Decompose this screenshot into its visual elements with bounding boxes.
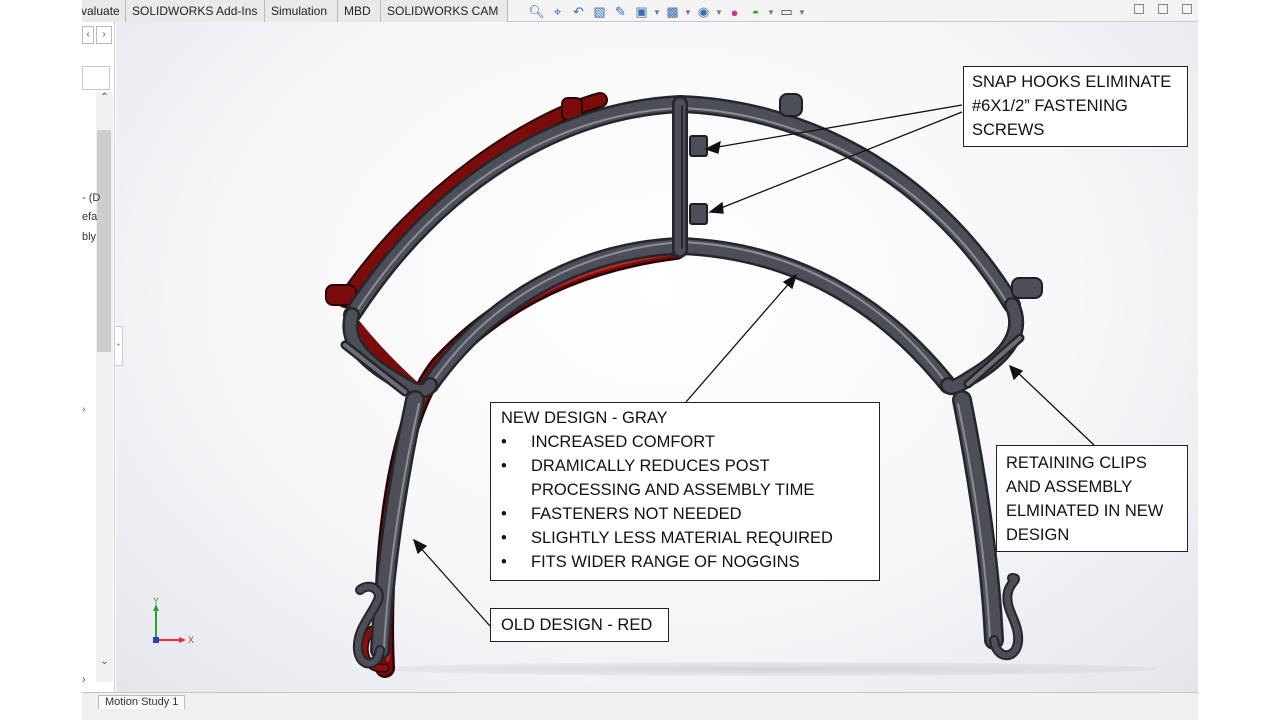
new-design-pin	[779, 93, 803, 117]
callout-old-design: OLD DESIGN - RED	[490, 608, 669, 642]
callout-line: DESIGN	[1006, 526, 1070, 544]
callout-line: SCREWS	[972, 121, 1045, 139]
bottom-tab-bar: Motion Study 1	[82, 692, 1198, 720]
bullet-item: DRAMICALLY REDUCES POST PROCESSING AND A…	[501, 454, 873, 502]
bullet-item: FASTENERS NOT NEEDED	[501, 502, 873, 526]
leader-arrowhead	[1008, 364, 1024, 381]
callout-title: NEW DESIGN - GRAY	[501, 409, 668, 427]
bullet-item: SLIGHTLY LESS MATERIAL REQUIRED	[501, 526, 873, 550]
callout-line: ELMINATED IN NEW	[1006, 502, 1164, 520]
callout-line: SNAP HOOKS ELIMINATE	[972, 73, 1172, 91]
callout-line: #6X1/2” FASTENING	[972, 97, 1128, 115]
leader-retaining-clips	[1014, 369, 1095, 446]
bullet-item: INCREASED COMFORT	[501, 430, 873, 454]
triad-x-label: X	[188, 635, 194, 645]
new-design-snap-hook	[689, 135, 708, 157]
reference-triad: Y X	[153, 596, 194, 645]
new-design-snap-hook	[689, 203, 708, 225]
callout-line: RETAINING CLIPS	[1006, 454, 1147, 472]
callout-bullets: INCREASED COMFORT DRAMICALLY REDUCES POS…	[501, 430, 873, 574]
leader-new-design	[685, 279, 793, 403]
panel-splitter-handle[interactable]: •	[114, 326, 123, 366]
new-design-pin	[1011, 277, 1043, 299]
triad-y-label: Y	[153, 596, 159, 606]
bullet-item: FITS WIDER RANGE OF NOGGINS	[501, 550, 873, 574]
callout-snap-hooks: SNAP HOOKS ELIMINATE #6X1/2” FASTENING S…	[963, 66, 1188, 147]
leader-arrowhead	[708, 201, 724, 214]
callout-retaining-clips: RETAINING CLIPS AND ASSEMBLY ELMINATED I…	[996, 445, 1188, 552]
leader-old-design	[417, 544, 491, 627]
new-design-retaining-clip-right	[966, 336, 1022, 386]
callout-title: OLD DESIGN - RED	[501, 616, 653, 634]
leader-arrowhead	[704, 140, 721, 154]
callout-new-design: NEW DESIGN - GRAY INCREASED COMFORT DRAM…	[490, 402, 880, 581]
callout-line: AND ASSEMBLY	[1006, 478, 1133, 496]
tab-motion-study[interactable]: Motion Study 1	[98, 695, 186, 709]
